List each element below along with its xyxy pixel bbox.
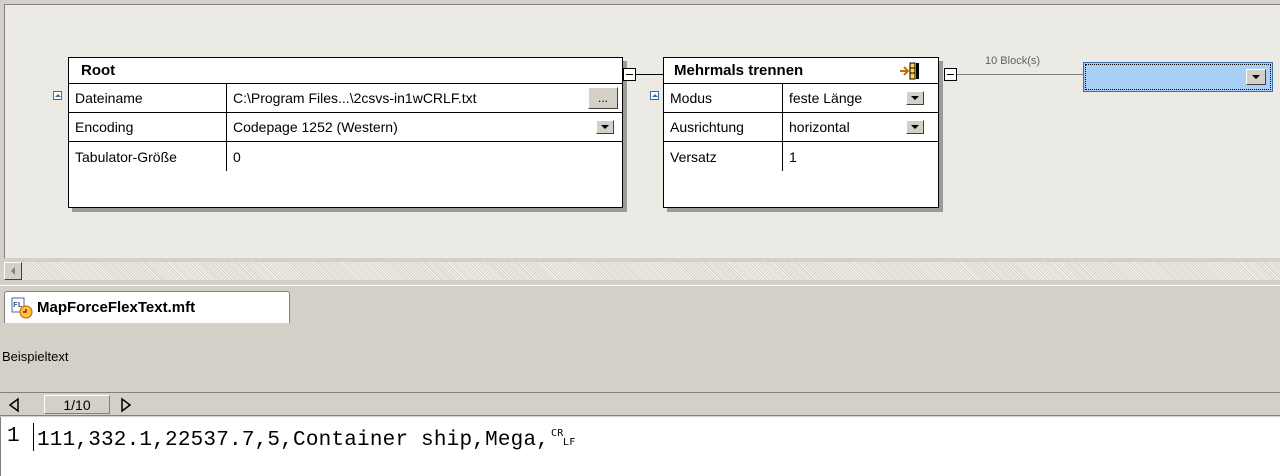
tab-mapforce-file[interactable]: FL MapForceFlexText.mft	[4, 291, 290, 323]
connection-line	[636, 74, 663, 75]
root-component-title: Root	[69, 58, 622, 84]
collapse-up-icon[interactable]	[53, 91, 62, 100]
triangle-right-icon	[121, 397, 132, 412]
text-cursor	[33, 423, 34, 451]
offset-field[interactable]: 1	[783, 142, 938, 171]
root-row-tabsize: Tabulator-Größe 0	[69, 142, 622, 171]
orientation-label: Ausrichtung	[664, 113, 783, 141]
root-component[interactable]: Root Dateiname C:\Program Files...\2csvs…	[68, 57, 623, 208]
horizontal-scrollbar[interactable]	[4, 262, 1280, 280]
mapping-canvas[interactable]: Root Dateiname C:\Program Files...\2csvs…	[4, 4, 1280, 258]
scrollbar-track[interactable]	[22, 262, 1280, 280]
editor-line[interactable]: 111,332.1,22537.7,5,Container ship,Mega,…	[37, 425, 581, 454]
mode-value: feste Länge	[789, 90, 863, 106]
filename-value: C:\Program Files...\2csvs-in1wCRLF.txt	[233, 90, 477, 106]
encoding-label: Encoding	[69, 113, 227, 141]
next-page-button[interactable]	[116, 395, 136, 414]
arrow-left-icon	[11, 267, 15, 275]
split-component[interactable]: Mehrmals trennen Modus feste Länge Ausri…	[663, 57, 939, 208]
sample-text-editor[interactable]: 1 111,332.1,22537.7,5,Container ship,Meg…	[0, 417, 1280, 476]
root-row-encoding: Encoding Codepage 1252 (Western)	[69, 113, 622, 142]
split-row-offset: Versatz 1	[664, 142, 938, 171]
svg-text:LF: LF	[563, 437, 575, 447]
root-output-connector[interactable]	[623, 68, 636, 81]
line-number: 1	[7, 425, 20, 448]
chevron-down-icon	[911, 96, 919, 100]
orientation-select[interactable]: horizontal	[783, 113, 938, 141]
orientation-dropdown-button[interactable]	[906, 120, 924, 134]
split-component-title: Mehrmals trennen	[674, 62, 804, 79]
triangle-left-icon	[8, 397, 19, 412]
sample-pager: 1/10	[0, 392, 1280, 416]
filename-field[interactable]: C:\Program Files...\2csvs-in1wCRLF.txt .…	[227, 84, 622, 112]
chevron-down-icon	[601, 125, 609, 129]
offset-value: 1	[789, 148, 797, 165]
browse-file-button[interactable]: ...	[588, 87, 618, 109]
editor-line-text: 111,332.1,22537.7,5,Container ship,Mega,	[37, 429, 550, 453]
filename-label: Dateiname	[69, 84, 227, 112]
mode-select[interactable]: feste Länge	[783, 84, 938, 112]
page-indicator: 1/10	[44, 395, 110, 414]
mapforce-file-icon: FL	[11, 297, 33, 319]
encoding-value: Codepage 1252 (Western)	[233, 119, 398, 135]
root-row-filename: Dateiname C:\Program Files...\2csvs-in1w…	[69, 84, 622, 113]
tab-title: MapForceFlexText.mft	[37, 299, 196, 316]
chevron-down-icon	[911, 125, 919, 129]
encoding-select[interactable]: Codepage 1252 (Western)	[227, 113, 622, 141]
orientation-value: horizontal	[789, 119, 850, 135]
crlf-icon: CR LF	[551, 425, 581, 454]
split-component-header: Mehrmals trennen	[664, 58, 938, 84]
split-row-mode: Modus feste Länge	[664, 84, 938, 113]
collapse-up-icon[interactable]	[650, 91, 659, 100]
split-row-orientation: Ausrichtung horizontal	[664, 113, 938, 142]
split-output-connector[interactable]	[944, 68, 957, 81]
target-component-selected[interactable]	[1083, 62, 1273, 92]
target-dropdown-button[interactable]	[1246, 69, 1266, 85]
previous-page-button[interactable]	[4, 395, 24, 414]
connection-line	[957, 74, 1083, 75]
connector-label: 10 Block(s)	[985, 55, 1041, 67]
scroll-left-button[interactable]	[4, 262, 22, 280]
sample-text-label: Beispieltext	[2, 349, 69, 364]
tabsize-value: 0	[233, 148, 241, 165]
offset-label: Versatz	[664, 142, 783, 171]
mode-label: Modus	[664, 84, 783, 112]
split-horizontal-icon[interactable]	[898, 61, 920, 85]
tabsize-label: Tabulator-Größe	[69, 142, 227, 171]
mode-dropdown-button[interactable]	[906, 91, 924, 105]
encoding-dropdown-button[interactable]	[596, 120, 614, 134]
document-tab-bar: FL MapForceFlexText.mft	[0, 285, 1280, 341]
tabsize-field[interactable]: 0	[227, 142, 622, 171]
chevron-down-icon	[1252, 75, 1260, 79]
